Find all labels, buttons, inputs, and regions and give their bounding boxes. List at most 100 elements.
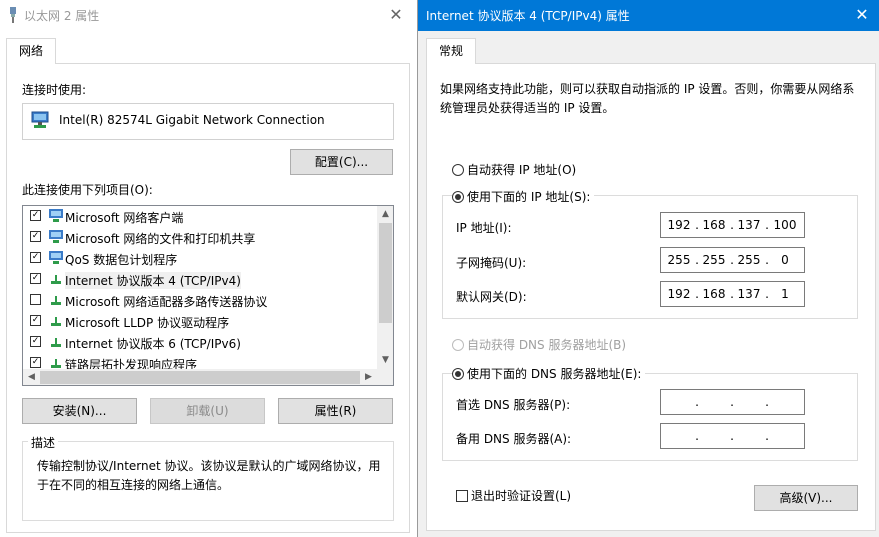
scroll-down-icon[interactable]: ▼ [377,352,393,369]
install-button[interactable]: 安装(N)... [22,398,137,424]
dns-auto-label: 自动获得 DNS 服务器地址(B) [467,338,627,352]
window-title: Internet 协议版本 4 (TCP/IPv4) 属性 [426,9,630,23]
ip-manual-radio[interactable]: 使用下面的 IP 地址(S): [452,188,595,205]
octet-dot: . [730,429,734,443]
alternate-dns-field[interactable]: . . . [660,423,805,449]
radio-icon[interactable] [452,164,464,176]
list-item[interactable]: Microsoft 网络适配器多路传送器协议 [23,290,377,311]
dns-manual-radio[interactable]: 使用下面的 DNS 服务器地址(E): [452,365,646,382]
item-label: Microsoft 网络的文件和打印机共享 [65,232,256,246]
alternate-dns-label: 备用 DNS 服务器(A): [456,432,572,446]
radio-icon[interactable] [452,368,464,380]
vertical-scrollbar[interactable]: ▲ ▼ [377,206,393,369]
description-group: 描述 传输控制协议/Internet 协议。该协议是默认的广域网络协议，用于在不… [22,434,394,521]
radio-icon[interactable] [452,191,464,203]
adapter-box: Intel(R) 82574L Gigabit Network Connecti… [22,103,394,140]
uninstall-button[interactable]: 卸载(U) [150,398,265,424]
horizontal-scrollbar[interactable]: ◀ ▶ [23,369,377,385]
qos-icon [49,251,63,264]
close-icon[interactable]: ✕ [850,4,874,26]
properties-button[interactable]: 属性(R) [278,398,393,424]
item-checkbox[interactable]: ✓ [30,336,41,347]
dns-auto-radio[interactable]: 自动获得 DNS 服务器地址(B) [452,336,626,353]
checkbox-icon[interactable] [456,490,468,502]
subnet-field[interactable]: 255. 255. 255. 0 [660,247,805,273]
octet: 255 [702,253,726,267]
protocol-icon [51,359,61,368]
list-item[interactable]: ✓ Internet 协议版本 6 (TCP/IPv6) [23,332,377,353]
file-sharing-icon [49,230,63,243]
network-adapter-icon [31,111,49,128]
octet: 255 [737,253,761,267]
items-label: 此连接使用下列项目(O): [22,183,153,197]
item-checkbox[interactable]: ✓ [30,273,41,284]
list-item[interactable]: ✓ Internet 协议版本 4 (TCP/IPv4) [23,269,377,290]
item-checkbox[interactable]: ✓ [30,210,41,221]
octet: 192 [667,218,691,232]
octet-dot: . [765,253,769,267]
protocol-icon [51,338,61,347]
items-list[interactable]: ✓ Microsoft 网络客户端 ✓ Microsoft 网络的文件和打印机共… [22,205,394,386]
protocol-icon [51,317,61,326]
scroll-thumb[interactable] [40,371,360,384]
list-item[interactable]: ✓ Microsoft 网络客户端 [23,206,377,227]
octet: 192 [667,287,691,301]
connect-using-label: 连接时使用: [22,83,87,97]
validate-label: 退出时验证设置(L) [471,489,572,503]
item-checkbox[interactable]: ✓ [30,231,41,242]
scroll-up-icon[interactable]: ▲ [377,206,393,223]
octet-dot: . [765,218,769,232]
item-checkbox[interactable]: ✓ [30,252,41,263]
ip-auto-radio[interactable]: 自动获得 IP 地址(O) [452,161,576,178]
configure-button[interactable]: 配置(C)... [290,149,393,175]
scroll-right-icon[interactable]: ▶ [360,369,377,385]
ip-manual-label: 使用下面的 IP 地址(S): [467,190,591,204]
item-checkbox[interactable] [30,294,41,305]
intro-text: 如果网络支持此功能，则可以获取自动指派的 IP 设置。否则，你需要从网络系统管理… [440,82,855,115]
octet: 255 [667,253,691,267]
description-title: 描述 [28,434,59,451]
item-checkbox[interactable]: ✓ [30,315,41,326]
tab-network[interactable]: 网络 [6,38,56,64]
title-bar: 以太网 2 属性 ✕ [0,0,417,30]
gateway-label: 默认网关(D): [456,290,527,304]
preferred-dns-label: 首选 DNS 服务器(P): [456,398,571,412]
octet: 0 [781,253,789,267]
item-label: Internet 协议版本 6 (TCP/IPv6) [65,337,241,351]
adapter-properties-window: 以太网 2 属性 ✕ 网络 连接时使用: Intel(R) 82574L Gig… [0,0,417,537]
item-checkbox[interactable]: ✓ [30,357,41,368]
description-text: 传输控制协议/Internet 协议。该协议是默认的广域网络协议，用于在不同的相… [37,459,381,492]
validate-checkbox[interactable]: 退出时验证设置(L) [456,487,571,504]
scroll-thumb[interactable] [379,223,392,323]
list-item[interactable]: ✓ QoS 数据包计划程序 [23,248,377,269]
network-cable-icon [10,7,16,23]
window-title: 以太网 2 属性 [24,9,100,23]
item-label: QoS 数据包计划程序 [65,253,178,267]
protocol-icon [51,275,61,284]
dns-manual-label: 使用下面的 DNS 服务器地址(E): [467,367,642,381]
ipv4-properties-window: Internet 协议版本 4 (TCP/IPv4) 属性 ✕ 常规 如果网络支… [418,0,879,537]
list-item[interactable]: ✓ Microsoft 网络的文件和打印机共享 [23,227,377,248]
octet-dot: . [730,395,734,409]
gateway-field[interactable]: 192. 168. 137. 1 [660,281,805,307]
network-client-icon [49,209,63,222]
scroll-left-icon[interactable]: ◀ [23,369,40,385]
preferred-dns-field[interactable]: . . . [660,389,805,415]
ip-address-field[interactable]: 192. 168. 137. 100 [660,212,805,238]
advanced-button[interactable]: 高级(V)... [754,485,858,511]
ip-auto-label: 自动获得 IP 地址(O) [467,163,577,177]
tab-general[interactable]: 常规 [426,38,476,64]
octet-dot: . [765,429,769,443]
item-label: Microsoft 网络客户端 [65,211,184,225]
octet-dot: . [695,429,699,443]
item-label: Microsoft 网络适配器多路传送器协议 [65,295,268,309]
item-label: Internet 协议版本 4 (TCP/IPv4) [65,272,241,289]
item-label: Microsoft LLDP 协议驱动程序 [65,316,230,330]
octet: 1 [781,287,789,301]
title-bar: Internet 协议版本 4 (TCP/IPv4) 属性 ✕ [418,0,879,31]
list-item[interactable]: ✓ Microsoft LLDP 协议驱动程序 [23,311,377,332]
close-icon[interactable]: ✕ [385,4,407,26]
octet-dot: . [765,287,769,301]
radio-icon[interactable] [452,339,464,351]
scroll-corner [377,369,393,385]
